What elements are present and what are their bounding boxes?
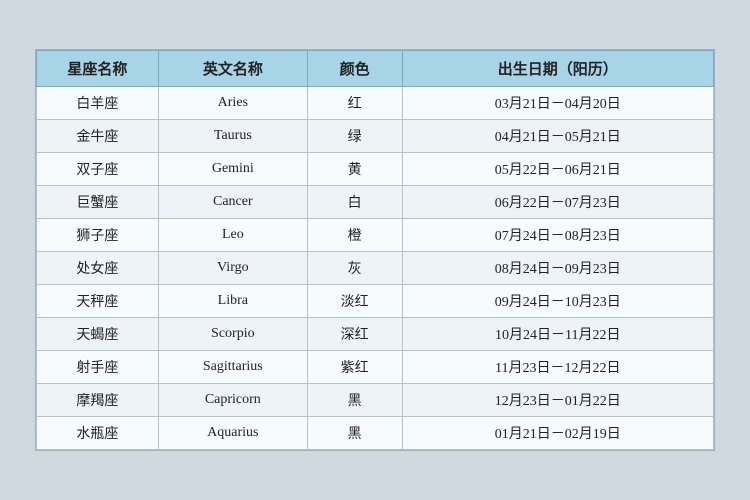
cell-date: 05月22日－06月21日 [402, 153, 713, 186]
cell-color: 红 [307, 87, 402, 120]
cell-date: 03月21日－04月20日 [402, 87, 713, 120]
cell-english: Capricorn [158, 384, 307, 417]
cell-color: 黑 [307, 384, 402, 417]
cell-color: 紫红 [307, 351, 402, 384]
table-row: 天秤座Libra淡红09月24日－10月23日 [37, 285, 714, 318]
cell-chinese: 射手座 [37, 351, 159, 384]
cell-chinese: 处女座 [37, 252, 159, 285]
table-row: 摩羯座Capricorn黑12月23日－01月22日 [37, 384, 714, 417]
cell-date: 09月24日－10月23日 [402, 285, 713, 318]
cell-chinese: 金牛座 [37, 120, 159, 153]
table-row: 处女座Virgo灰08月24日－09月23日 [37, 252, 714, 285]
table-header-row: 星座名称 英文名称 颜色 出生日期（阳历） [37, 51, 714, 87]
cell-color: 橙 [307, 219, 402, 252]
cell-date: 10月24日－11月22日 [402, 318, 713, 351]
cell-date: 07月24日－08月23日 [402, 219, 713, 252]
cell-chinese: 摩羯座 [37, 384, 159, 417]
cell-english: Cancer [158, 186, 307, 219]
cell-color: 绿 [307, 120, 402, 153]
cell-color: 深红 [307, 318, 402, 351]
cell-color: 淡红 [307, 285, 402, 318]
cell-chinese: 巨蟹座 [37, 186, 159, 219]
cell-english: Leo [158, 219, 307, 252]
header-english: 英文名称 [158, 51, 307, 87]
cell-chinese: 白羊座 [37, 87, 159, 120]
table-body: 白羊座Aries红03月21日－04月20日金牛座Taurus绿04月21日－0… [37, 87, 714, 450]
table-row: 白羊座Aries红03月21日－04月20日 [37, 87, 714, 120]
cell-chinese: 狮子座 [37, 219, 159, 252]
cell-chinese: 天秤座 [37, 285, 159, 318]
cell-english: Sagittarius [158, 351, 307, 384]
cell-date: 01月21日－02月19日 [402, 417, 713, 450]
header-chinese: 星座名称 [37, 51, 159, 87]
zodiac-table: 星座名称 英文名称 颜色 出生日期（阳历） 白羊座Aries红03月21日－04… [36, 50, 714, 450]
table-row: 巨蟹座Cancer白06月22日－07月23日 [37, 186, 714, 219]
cell-date: 04月21日－05月21日 [402, 120, 713, 153]
cell-english: Virgo [158, 252, 307, 285]
cell-english: Aquarius [158, 417, 307, 450]
cell-date: 08月24日－09月23日 [402, 252, 713, 285]
table-row: 金牛座Taurus绿04月21日－05月21日 [37, 120, 714, 153]
table-row: 天蝎座Scorpio深红10月24日－11月22日 [37, 318, 714, 351]
table-row: 双子座Gemini黄05月22日－06月21日 [37, 153, 714, 186]
cell-english: Taurus [158, 120, 307, 153]
cell-color: 黑 [307, 417, 402, 450]
cell-english: Scorpio [158, 318, 307, 351]
cell-english: Aries [158, 87, 307, 120]
header-color: 颜色 [307, 51, 402, 87]
table-row: 水瓶座Aquarius黑01月21日－02月19日 [37, 417, 714, 450]
cell-english: Libra [158, 285, 307, 318]
cell-chinese: 天蝎座 [37, 318, 159, 351]
cell-color: 白 [307, 186, 402, 219]
cell-english: Gemini [158, 153, 307, 186]
table-row: 狮子座Leo橙07月24日－08月23日 [37, 219, 714, 252]
header-date: 出生日期（阳历） [402, 51, 713, 87]
cell-chinese: 双子座 [37, 153, 159, 186]
cell-color: 灰 [307, 252, 402, 285]
cell-chinese: 水瓶座 [37, 417, 159, 450]
cell-date: 11月23日－12月22日 [402, 351, 713, 384]
table-row: 射手座Sagittarius紫红11月23日－12月22日 [37, 351, 714, 384]
cell-date: 12月23日－01月22日 [402, 384, 713, 417]
cell-date: 06月22日－07月23日 [402, 186, 713, 219]
zodiac-table-container: 星座名称 英文名称 颜色 出生日期（阳历） 白羊座Aries红03月21日－04… [35, 49, 715, 451]
cell-color: 黄 [307, 153, 402, 186]
